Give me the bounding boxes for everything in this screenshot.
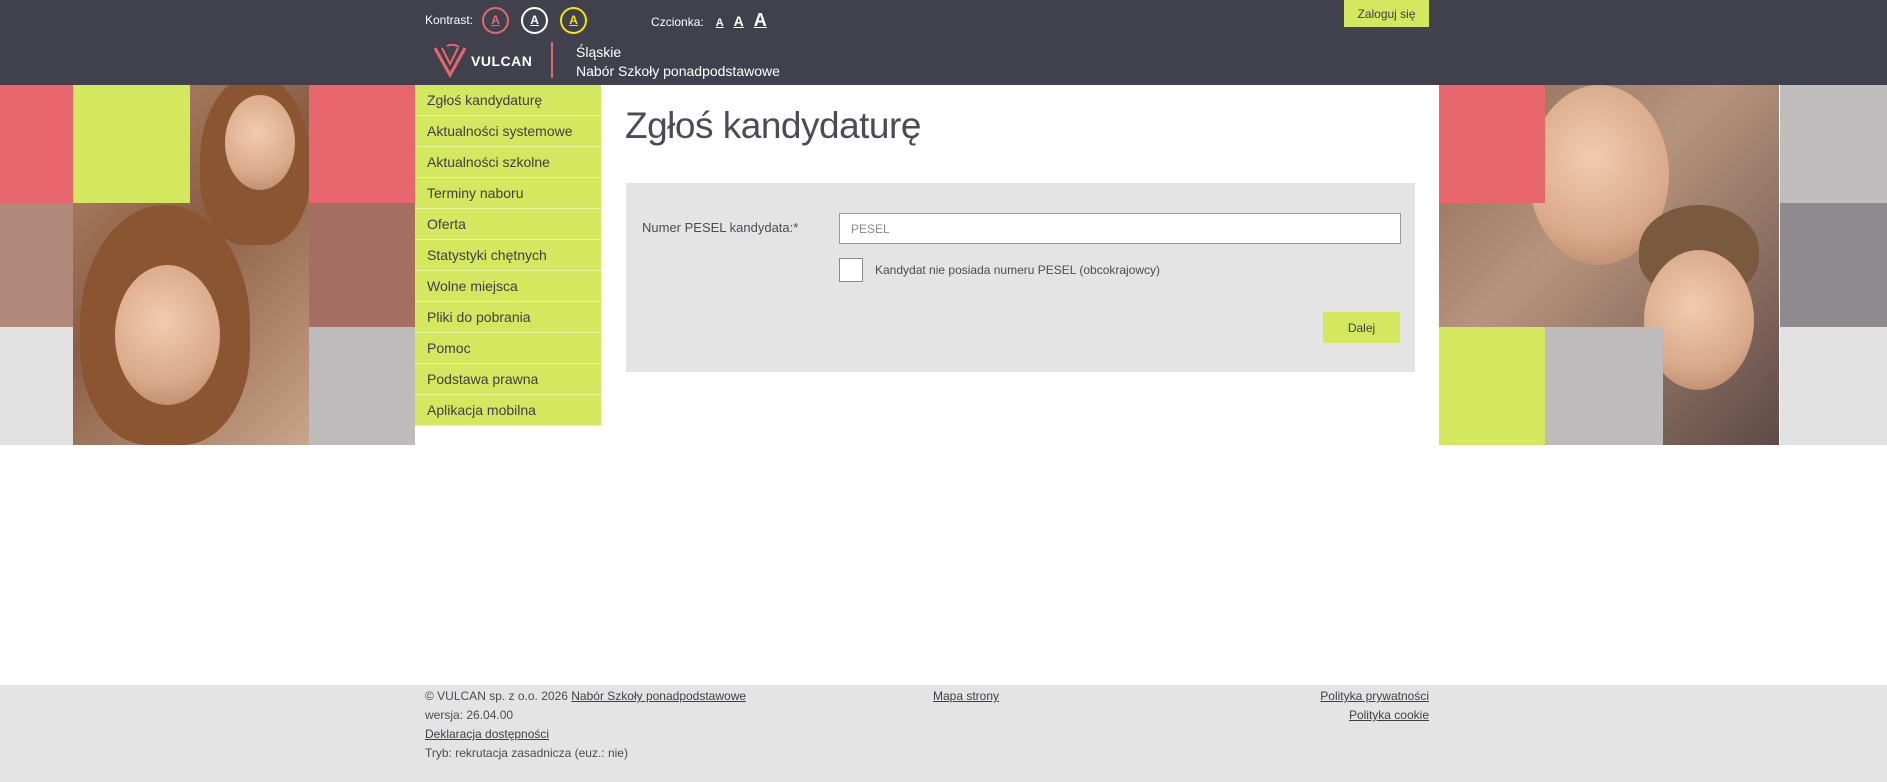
decor-tile xyxy=(309,203,415,327)
font-size-label: Czcionka: xyxy=(651,14,704,29)
no-pesel-checkbox[interactable] xyxy=(839,258,863,282)
pesel-label: Numer PESEL kandydata:* xyxy=(642,220,799,235)
pesel-form: Numer PESEL kandydata:* Kandydat nie pos… xyxy=(626,183,1415,372)
decor-tile xyxy=(1545,327,1663,445)
top-bar: Kontrast: A A A Czcionka: A A A Zaloguj … xyxy=(0,0,1887,85)
sidebar-item-aktualnosci-systemowe[interactable]: Aktualności systemowe xyxy=(415,116,601,147)
copyright-text: © VULCAN sp. z o.o. 2026 xyxy=(425,689,568,703)
contrast-yellow-button[interactable]: A xyxy=(560,6,588,34)
sidebar-item-terminy-naboru[interactable]: Terminy naboru xyxy=(415,178,601,209)
pesel-input[interactable] xyxy=(839,213,1401,244)
mode-text: Tryb: rekrutacja zasadnicza (euz.: nie) xyxy=(425,746,628,760)
font-size-group: Czcionka: A A A xyxy=(651,10,777,31)
contrast-label: Kontrast: xyxy=(425,13,474,27)
sidebar-item-wolne-miejsca[interactable]: Wolne miejsca xyxy=(415,271,601,302)
decor-tile xyxy=(0,327,73,445)
vulcan-logo[interactable]: VULCAN xyxy=(433,44,532,78)
contrast-black-white-button[interactable]: A xyxy=(521,6,549,34)
region-name: Śląskie xyxy=(576,44,622,60)
accessibility-toolbar: Kontrast: A A A Czcionka: A A A xyxy=(425,6,777,34)
decor-tile xyxy=(309,327,415,445)
logo-divider xyxy=(551,42,553,78)
footer: © VULCAN sp. z o.o. 2026 Nabór Szkoły po… xyxy=(0,685,1887,782)
footer-right: Polityka prywatności Polityka cookie xyxy=(1320,687,1429,725)
footer-middle: Mapa strony xyxy=(933,687,999,706)
sidebar-item-oferta[interactable]: Oferta xyxy=(415,209,601,240)
decor-tile xyxy=(1780,327,1887,445)
sidebar-item-aktualnosci-szkolne[interactable]: Aktualności szkolne xyxy=(415,147,601,178)
sitemap-link[interactable]: Mapa strony xyxy=(933,689,999,703)
app-link[interactable]: Nabór Szkoły ponadpodstawowe xyxy=(571,689,746,703)
hero-image-right xyxy=(1439,85,1887,445)
logo-text: VULCAN xyxy=(471,53,533,69)
version-text: wersja: 26.04.00 xyxy=(425,708,514,722)
decor-tile xyxy=(1439,327,1545,445)
face-shape xyxy=(115,265,220,405)
footer-copyright-line: © VULCAN sp. z o.o. 2026 Nabór Szkoły po… xyxy=(425,687,746,706)
privacy-policy-link[interactable]: Polityka prywatności xyxy=(1320,689,1429,703)
decor-tile xyxy=(1780,85,1887,203)
font-medium-button[interactable]: A xyxy=(734,13,744,29)
next-button[interactable]: Dalej xyxy=(1323,312,1400,343)
sidebar-item-aplikacja-mobilna[interactable]: Aplikacja mobilna xyxy=(415,395,601,426)
login-button[interactable]: Zaloguj się xyxy=(1344,0,1429,27)
decor-tile xyxy=(0,203,73,327)
decor-tile xyxy=(309,85,415,203)
page-title: Zgłoś kandydaturę xyxy=(625,105,921,146)
cookie-policy-link[interactable]: Polityka cookie xyxy=(1349,708,1429,722)
hero-image-left xyxy=(0,85,415,445)
vulcan-logo-icon xyxy=(433,44,467,78)
font-small-button[interactable]: A xyxy=(716,17,724,29)
main-content: Zgłoś kandydaturę Numer PESEL kandydata:… xyxy=(601,85,1439,445)
decor-tile xyxy=(73,85,190,203)
contrast-default-button[interactable]: A xyxy=(482,6,510,34)
font-large-button[interactable]: A xyxy=(754,10,767,31)
face-shape xyxy=(225,95,295,190)
no-pesel-label[interactable]: Kandydat nie posiada numeru PESEL (obcok… xyxy=(875,263,1160,277)
sidebar-item-podstawa-prawna[interactable]: Podstawa prawna xyxy=(415,364,601,395)
region-title: Śląskie Nabór Szkoły ponadpodstawowe xyxy=(576,43,780,81)
app-name: Nabór Szkoły ponadpodstawowe xyxy=(576,63,780,79)
sidebar-item-pliki-do-pobrania[interactable]: Pliki do pobrania xyxy=(415,302,601,333)
sidebar-item-zglos-kandydature[interactable]: Zgłoś kandydaturę xyxy=(415,85,601,116)
decor-tile xyxy=(1439,85,1545,203)
sidebar-item-pomoc[interactable]: Pomoc xyxy=(415,333,601,364)
decor-tile xyxy=(1780,203,1887,327)
accessibility-declaration-link[interactable]: Deklaracja dostępności xyxy=(425,727,549,741)
sidebar-item-statystyki-chetnych[interactable]: Statystyki chętnych xyxy=(415,240,601,271)
footer-left: © VULCAN sp. z o.o. 2026 Nabór Szkoły po… xyxy=(425,687,746,763)
sidebar-menu: Zgłoś kandydaturę Aktualności systemowe … xyxy=(415,85,601,426)
decor-tile xyxy=(0,85,73,203)
